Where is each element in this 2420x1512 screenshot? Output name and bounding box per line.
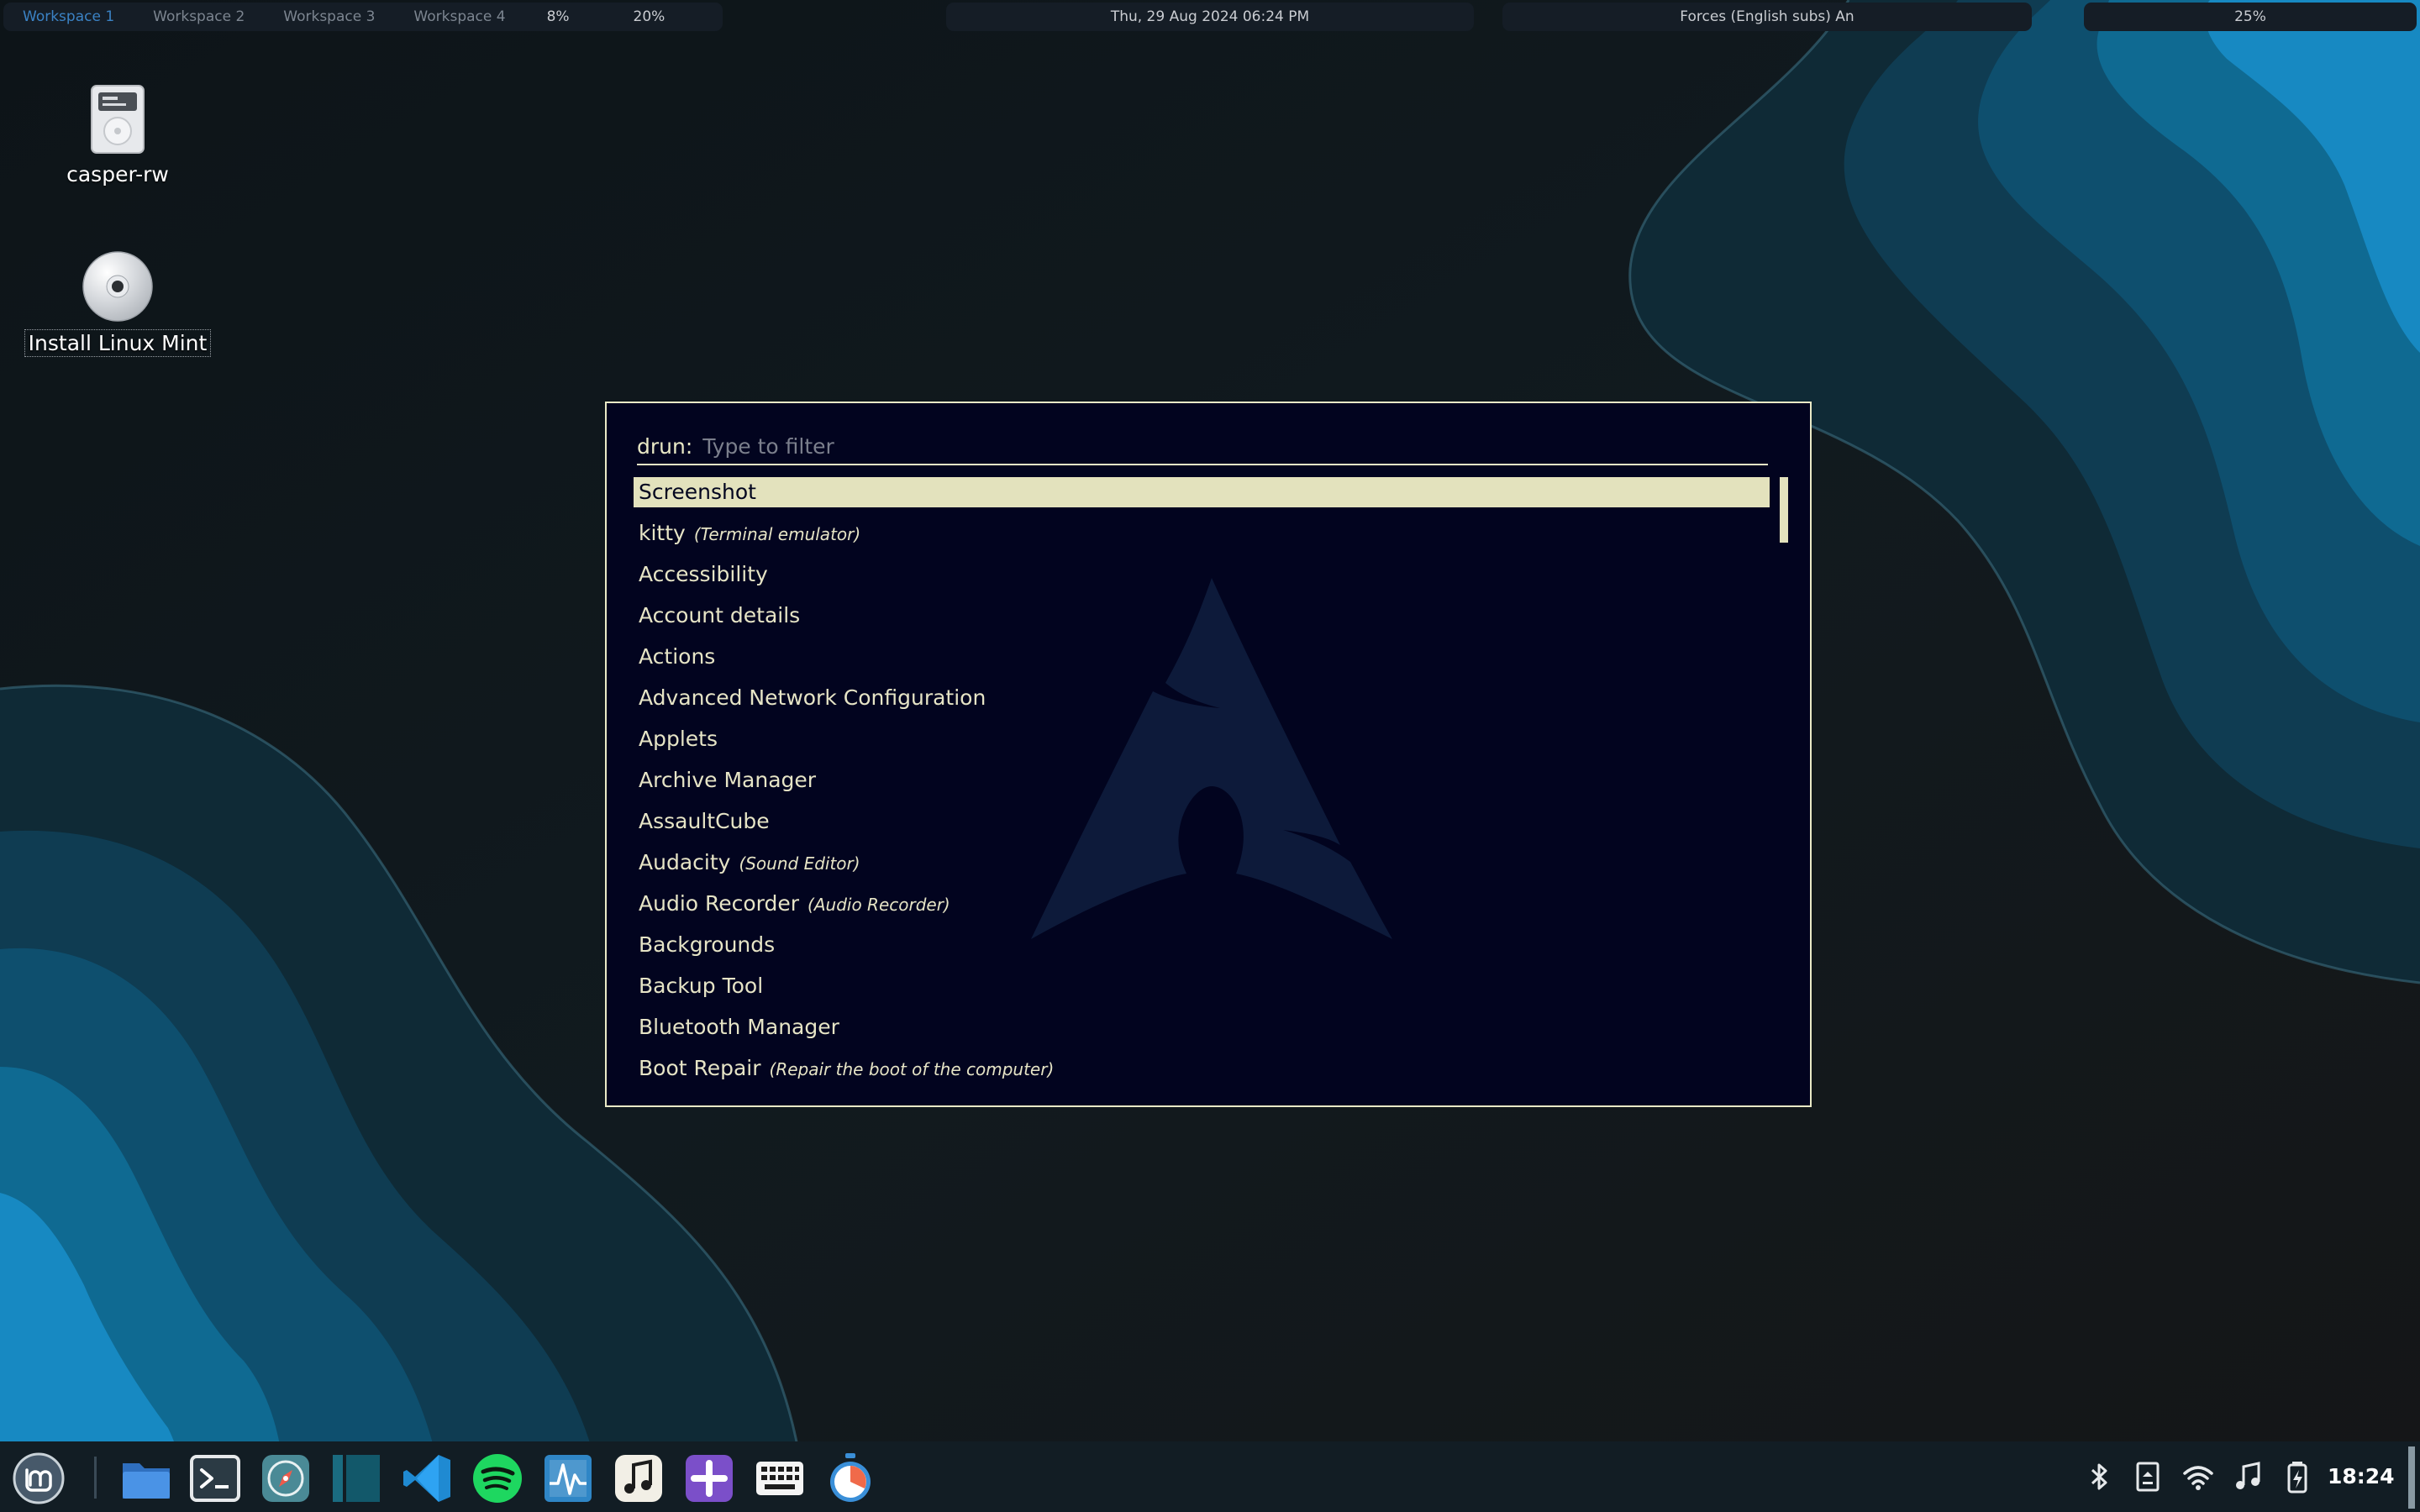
files-icon[interactable] <box>119 1452 173 1505</box>
launcher-entry-name: Audio Recorder <box>639 891 800 916</box>
launcher-entry-name: Backup Tool <box>639 974 764 998</box>
volume-text: 25% <box>2234 8 2266 25</box>
launcher-entry-name: Boot Repair <box>639 1056 761 1080</box>
launcher-entry[interactable]: Archive Manager <box>634 765 1770 795</box>
drive-icon <box>91 85 145 154</box>
launcher-filter-input[interactable] <box>702 433 1712 459</box>
topbar-datetime[interactable]: Thu, 29 Aug 2024 06:24 PM <box>946 3 1474 31</box>
launcher-entry[interactable]: AssaultCube <box>634 806 1770 837</box>
music-note-icon[interactable] <box>2232 1460 2265 1494</box>
launcher-prompt-row: drun: <box>637 428 1768 465</box>
launcher-entry[interactable]: Applets <box>634 724 1770 754</box>
launcher-entry[interactable]: Screenshot <box>634 477 1770 507</box>
datetime-text: Thu, 29 Aug 2024 06:24 PM <box>1110 8 1310 25</box>
workspace-3-button[interactable]: Workspace 3 <box>264 3 394 31</box>
memory-usage: 20% <box>633 8 666 25</box>
launcher-entry[interactable]: Audacity (Sound Editor) <box>634 848 1770 878</box>
launcher-entry[interactable]: Actions <box>634 642 1770 672</box>
topbar-volume[interactable]: 25% <box>2084 3 2417 31</box>
launcher-entry-name: Account details <box>639 603 801 627</box>
launcher-entry-name: Archive Manager <box>639 768 817 792</box>
app-launcher: drun: Screenshot kitty (Terminal emulator)… <box>605 402 1812 1107</box>
launcher-entry[interactable]: Backup Tool <box>634 971 1770 1001</box>
mint-menu-icon[interactable] <box>12 1452 66 1505</box>
launcher-entry-description: (Terminal emulator) <box>693 524 861 544</box>
topbar-media-title[interactable]: Forces (English subs) An <box>1502 3 2032 31</box>
launcher-entry-name: Advanced Network Configuration <box>639 685 986 710</box>
desktop-icon-label: casper-rw <box>66 162 169 186</box>
launcher-entry[interactable]: Account details <box>634 601 1770 631</box>
launcher-entry-description: (Audio Recorder) <box>808 895 950 915</box>
battery-icon[interactable] <box>2281 1460 2314 1494</box>
launcher-scrollbar[interactable] <box>1780 477 1788 543</box>
workspace-4-button[interactable]: Workspace 4 <box>394 3 524 31</box>
launcher-entry-name: AssaultCube <box>639 809 770 833</box>
launcher-entry-description: (Repair the boot of the computer) <box>769 1059 1055 1079</box>
launcher-entry[interactable]: Advanced Network Configuration <box>634 683 1770 713</box>
timer-icon[interactable] <box>823 1452 877 1505</box>
desktop-icon-casper-rw[interactable]: casper-rw <box>21 84 214 187</box>
workspace-2-button[interactable]: Workspace 2 <box>134 3 264 31</box>
dock-edge-handle <box>2408 1446 2415 1509</box>
launcher-entry-name: Audacity <box>639 850 731 874</box>
cpu-usage: 8% <box>546 8 570 25</box>
launcher-entry-name: Accessibility <box>639 562 768 586</box>
launcher-entry-name: Screenshot <box>639 480 756 504</box>
launcher-entry[interactable]: Audio Recorder (Audio Recorder) <box>634 889 1770 919</box>
launcher-entry-list: Screenshot kitty (Terminal emulator) Access… <box>634 477 1770 1095</box>
tray-clock[interactable]: 18:24 <box>2328 1458 2395 1495</box>
bottom-dock: 18:24 <box>0 1441 2420 1512</box>
launcher-entry-name: kitty <box>639 521 686 545</box>
music-icon[interactable] <box>612 1452 666 1505</box>
media-title-text: Forces (English subs) An <box>1680 8 1854 25</box>
web-browser-icon[interactable] <box>259 1452 313 1505</box>
launcher-entry[interactable]: Boot Repair (Repair the boot of the compu… <box>634 1053 1770 1084</box>
desktop-icon-install-linux-mint[interactable]: Install Linux Mint <box>21 250 214 357</box>
launcher-entry-name: Applets <box>639 727 718 751</box>
spotify-icon[interactable] <box>471 1452 524 1505</box>
launcher-entry-name: Actions <box>639 644 716 669</box>
launcher-entry[interactable]: Backgrounds <box>634 930 1770 960</box>
add-icon[interactable] <box>682 1452 736 1505</box>
vscode-icon[interactable] <box>400 1452 454 1505</box>
launcher-entry-name: Backgrounds <box>639 932 776 957</box>
launcher-entry[interactable]: kitty (Terminal emulator) <box>634 518 1770 549</box>
launcher-entry-description: (Sound Editor) <box>739 853 860 874</box>
panel-app-icon[interactable] <box>329 1452 383 1505</box>
launcher-entry[interactable]: Accessibility <box>634 559 1770 590</box>
workspace-1-button[interactable]: Workspace 1 <box>3 3 134 31</box>
terminal-icon[interactable] <box>188 1452 242 1505</box>
workspace-bar: Workspace 1 Workspace 2 Workspace 3 Work… <box>3 3 723 31</box>
wifi-icon[interactable] <box>2181 1460 2215 1494</box>
disc-icon <box>82 251 153 322</box>
desktop-icon-label: Install Linux Mint <box>24 329 212 357</box>
system-monitor-icon[interactable] <box>541 1452 595 1505</box>
launcher-entry-name: Bluetooth Manager <box>639 1015 839 1039</box>
bluetooth-icon[interactable] <box>2082 1460 2116 1494</box>
dock-separator <box>94 1457 97 1499</box>
launcher-entry[interactable]: Bluetooth Manager <box>634 1012 1770 1042</box>
keyboard-icon[interactable] <box>753 1452 807 1505</box>
notes-icon[interactable] <box>2131 1460 2165 1494</box>
launcher-prompt-label: drun: <box>637 433 693 459</box>
